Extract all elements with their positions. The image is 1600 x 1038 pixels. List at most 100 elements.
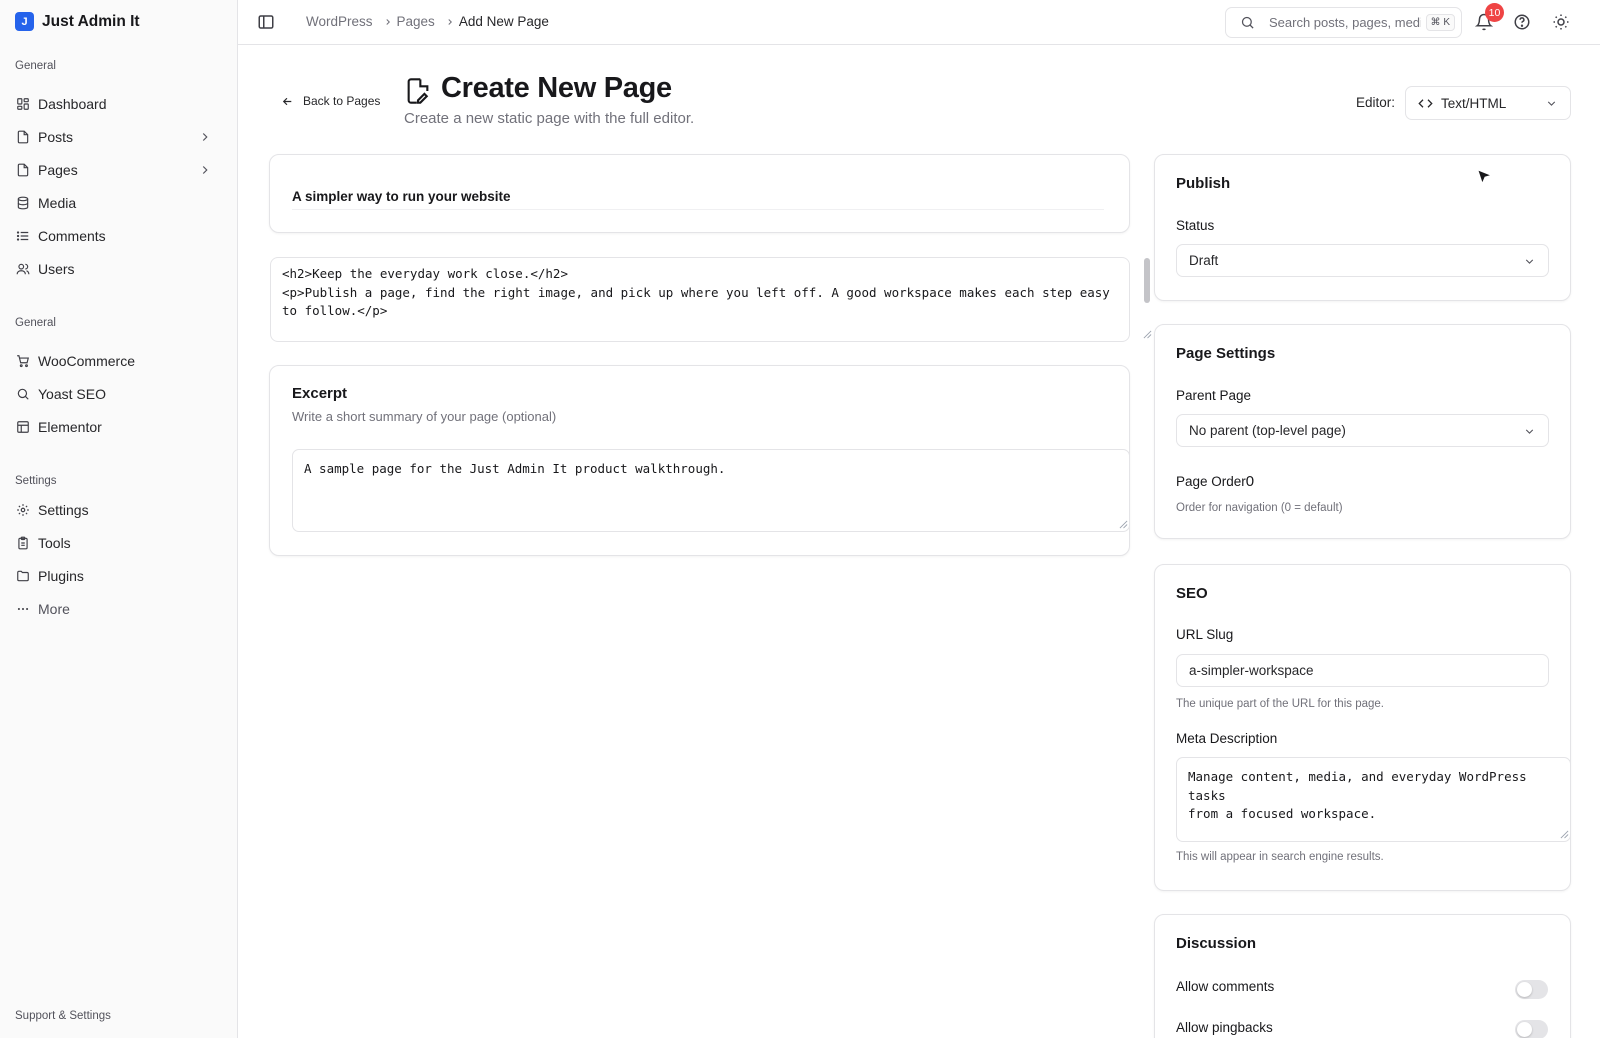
sidebar-item-settings[interactable]: Settings [8,495,224,525]
sidebar-item-posts[interactable]: Posts [8,122,224,152]
file-icon [17,130,29,144]
database-icon [17,196,29,210]
mouse-cursor-icon [1477,169,1493,185]
help-icon[interactable] [1513,13,1531,31]
ellipsis-icon [17,607,29,611]
nav-group-label: General [15,60,56,72]
sidebar-item-media[interactable]: Media [8,188,224,218]
support-settings-label[interactable]: Support & Settings [15,1010,111,1022]
meta-description-help: This will appear in search engine result… [1176,851,1384,863]
resize-handle-icon[interactable] [1560,830,1569,839]
sidebar-item-label: Media [38,195,77,211]
chevron-right-icon [202,166,208,174]
meta-description-label: Meta Description [1176,731,1278,746]
sidebar-item-label: Pages [38,162,78,178]
file-icon [17,163,29,177]
parent-page-select[interactable]: No parent (top-level page) [1176,414,1549,447]
brand-name: Just Admin It [42,12,140,30]
chevron-down-icon [1547,101,1556,106]
chevron-right-icon [448,18,452,25]
url-slug-label: URL Slug [1176,627,1234,642]
parent-page-label: Parent Page [1176,388,1252,403]
excerpt-title: Excerpt [292,385,348,402]
allow-comments-label: Allow comments [1176,979,1275,994]
layout-icon [17,421,29,433]
sidebar-item-users[interactable]: Users [8,254,224,284]
search-icon [17,388,29,400]
editor-label: Editor: [1356,95,1396,110]
nav-group-label: General [15,317,56,329]
sidebar-item-comments[interactable]: Comments [8,221,224,251]
sidebar-item-dashboard[interactable]: Dashboard [8,89,224,119]
clipboard-icon [18,536,28,550]
search-placeholder: Search posts, pages, media... [1269,15,1421,30]
file-edit-icon [407,78,429,104]
excerpt-description: Write a short summary of your page (opti… [292,409,557,424]
url-slug-input[interactable]: a-simpler-workspace [1176,654,1549,687]
code-icon [1418,98,1433,108]
back-label: Back to Pages [303,94,381,108]
meta-description-textarea[interactable]: Manage content, media, and everyday Word… [1176,757,1571,842]
chevron-right-icon [202,133,208,141]
sidebar-item-label: Dashboard [38,96,107,112]
resize-handle-icon[interactable] [1119,520,1128,529]
sidebar-item-plugins[interactable]: Plugins [8,561,224,591]
cart-icon [17,355,29,368]
sidebar-item-label: Comments [38,228,106,244]
chevron-right-icon [385,18,390,25]
page-order-help: Order for navigation (0 = default) [1176,502,1343,514]
content-editor[interactable]: <h2>Keep the everyday work close.</h2> <… [270,257,1130,342]
sidebar-item-label: Elementor [38,419,102,435]
shortcut-badge: ⌘ K [1425,14,1455,31]
editor-scrollbar[interactable] [1144,258,1150,303]
sidebar-item-label: WooCommerce [38,353,135,369]
sidebar-item-label: Posts [38,129,74,145]
sidebar-item-woocommerce[interactable]: WooCommerce [8,346,224,376]
search-input[interactable]: Search posts, pages, media... ⌘ K [1225,7,1462,38]
allow-comments-toggle[interactable] [1515,980,1548,999]
allow-pingbacks-label: Allow pingbacks [1176,1020,1273,1035]
sidebar-item-more[interactable]: More [8,594,224,624]
sidebar-item-pages[interactable]: Pages [8,155,224,185]
search-icon [1241,16,1254,29]
sun-icon[interactable] [1552,13,1570,31]
chevron-down-icon [1525,429,1534,434]
page-subtitle: Create a new static page with the full e… [404,110,695,127]
gear-icon [17,504,29,516]
breadcrumb-item[interactable]: WordPress [306,14,373,29]
editor-mode-select[interactable]: Text/HTML [1405,86,1571,120]
resize-handle-icon[interactable] [1143,330,1152,339]
status-value: Draft [1189,253,1219,268]
page-title-input[interactable]: A simpler way to run your website [292,184,1104,210]
discussion-title: Discussion [1176,935,1257,952]
breadcrumb: WordPress Pages Add New Page [306,14,549,29]
breadcrumb-current: Add New Page [458,14,549,29]
sidebar-item-label: Users [38,261,75,277]
sidebar-item-label: Tools [38,535,71,551]
list-icon [16,231,29,241]
folder-icon [17,570,29,582]
url-slug-help: The unique part of the URL for this page… [1176,698,1384,710]
sidebar-item-tools[interactable]: Tools [8,528,224,558]
excerpt-textarea[interactable]: A sample page for the Just Admin It prod… [292,449,1130,532]
page-order-label: Page Order [1176,474,1246,489]
sidebar-item-yoast[interactable]: Yoast SEO [8,379,224,409]
sidebar-item-label: Yoast SEO [38,386,106,402]
allow-pingbacks-toggle[interactable] [1515,1020,1548,1038]
sidebar-item-elementor[interactable]: Elementor [8,412,224,442]
sidebar-item-label: Plugins [38,568,84,584]
status-select[interactable]: Draft [1176,244,1549,277]
nav-group-label: Settings [15,475,57,487]
sidebar: J Just Admin It General Dashboard Posts … [0,0,238,1038]
sidebar-toggle-icon[interactable] [257,13,275,31]
parent-page-value: No parent (top-level page) [1189,423,1346,438]
page-title: Create New Page [441,72,672,104]
brand[interactable]: J Just Admin It [15,12,140,31]
page-order-field: Page Order0 [1176,473,1254,490]
page-order-input[interactable]: 0 [1246,473,1254,490]
chevron-down-icon [1525,259,1534,264]
breadcrumb-item[interactable]: Pages [397,14,435,29]
publish-title: Publish [1176,175,1231,192]
back-to-pages-link[interactable]: Back to Pages [281,94,380,108]
page-settings-title: Page Settings [1176,345,1276,362]
